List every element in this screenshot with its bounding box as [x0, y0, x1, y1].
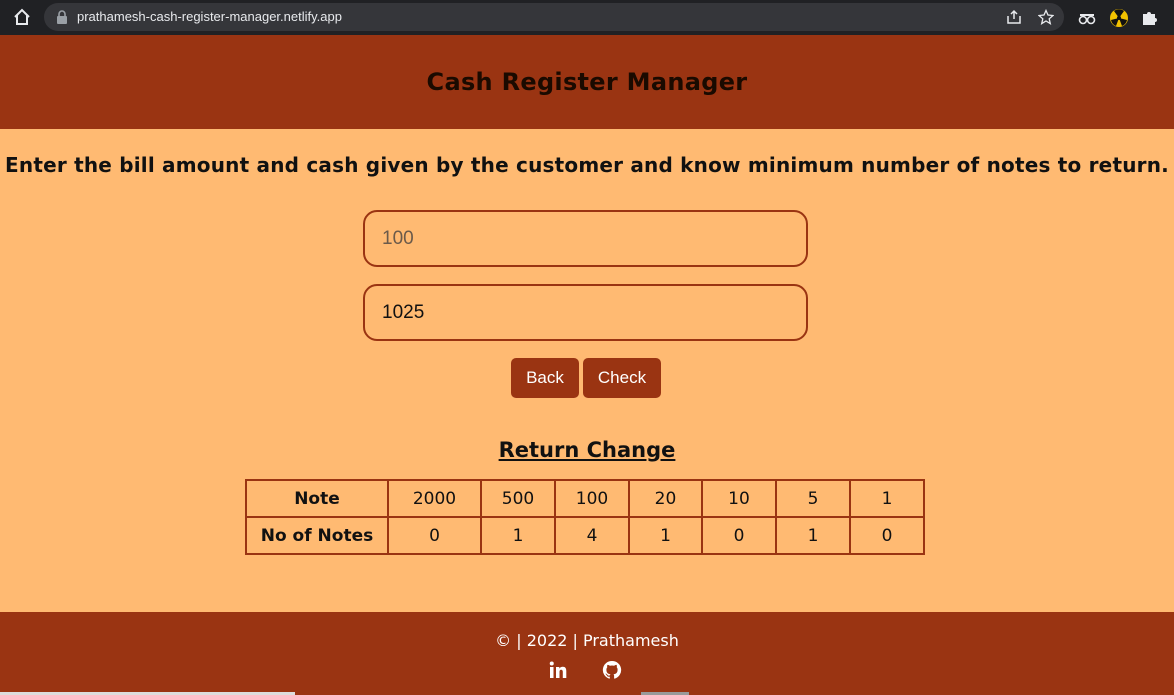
home-icon[interactable] — [12, 7, 32, 27]
note-value: 2000 — [387, 479, 482, 518]
note-count: 1 — [628, 516, 703, 555]
note-value: 5 — [775, 479, 851, 518]
extensions-puzzle-icon[interactable] — [1140, 8, 1160, 28]
note-value: 20 — [628, 479, 703, 518]
browser-toolbar: prathamesh-cash-register-manager.netlify… — [0, 0, 1174, 35]
note-row: Note 2000 500 100 20 10 5 1 — [245, 479, 925, 518]
linkedin-icon[interactable] — [548, 660, 568, 680]
note-count: 0 — [701, 516, 777, 555]
bookmark-star-icon[interactable] — [1038, 9, 1054, 25]
note-count: 0 — [387, 516, 482, 555]
cash-given-field[interactable] — [363, 284, 808, 341]
note-count: 0 — [849, 516, 925, 555]
instruction-text: Enter the bill amount and cash given by … — [5, 153, 1169, 177]
return-change-heading: Return Change — [498, 438, 676, 462]
note-value: 1 — [849, 479, 925, 518]
note-count: 4 — [554, 516, 630, 555]
copyright-text: © | 2022 | Prathamesh — [495, 631, 679, 650]
app-header: Cash Register Manager — [0, 35, 1174, 129]
url-text: prathamesh-cash-register-manager.netlify… — [77, 9, 342, 24]
back-button[interactable]: Back — [511, 358, 579, 398]
cash-given-input[interactable] — [365, 286, 806, 339]
note-value: 500 — [480, 479, 556, 518]
bill-amount-input[interactable] — [365, 212, 806, 265]
share-icon[interactable] — [1006, 9, 1022, 25]
github-icon[interactable] — [602, 660, 622, 680]
page-footer: © | 2022 | Prathamesh — [0, 612, 1174, 695]
bill-amount-field[interactable] — [363, 210, 808, 267]
change-table: Note 2000 500 100 20 10 5 1 No of Notes … — [245, 479, 925, 555]
note-count: 1 — [480, 516, 556, 555]
check-button[interactable]: Check — [583, 358, 661, 398]
note-value: 100 — [554, 479, 630, 518]
extension-radiation-icon[interactable] — [1109, 8, 1129, 28]
note-count: 1 — [775, 516, 851, 555]
count-row-label: No of Notes — [245, 516, 389, 555]
note-row-label: Note — [245, 479, 389, 518]
count-row: No of Notes 0 1 4 1 0 1 0 — [245, 516, 925, 555]
note-value: 10 — [701, 479, 777, 518]
extension-spy-icon[interactable] — [1077, 8, 1097, 28]
page-title: Cash Register Manager — [426, 68, 748, 96]
address-bar[interactable]: prathamesh-cash-register-manager.netlify… — [44, 3, 1064, 31]
lock-icon — [57, 10, 67, 24]
